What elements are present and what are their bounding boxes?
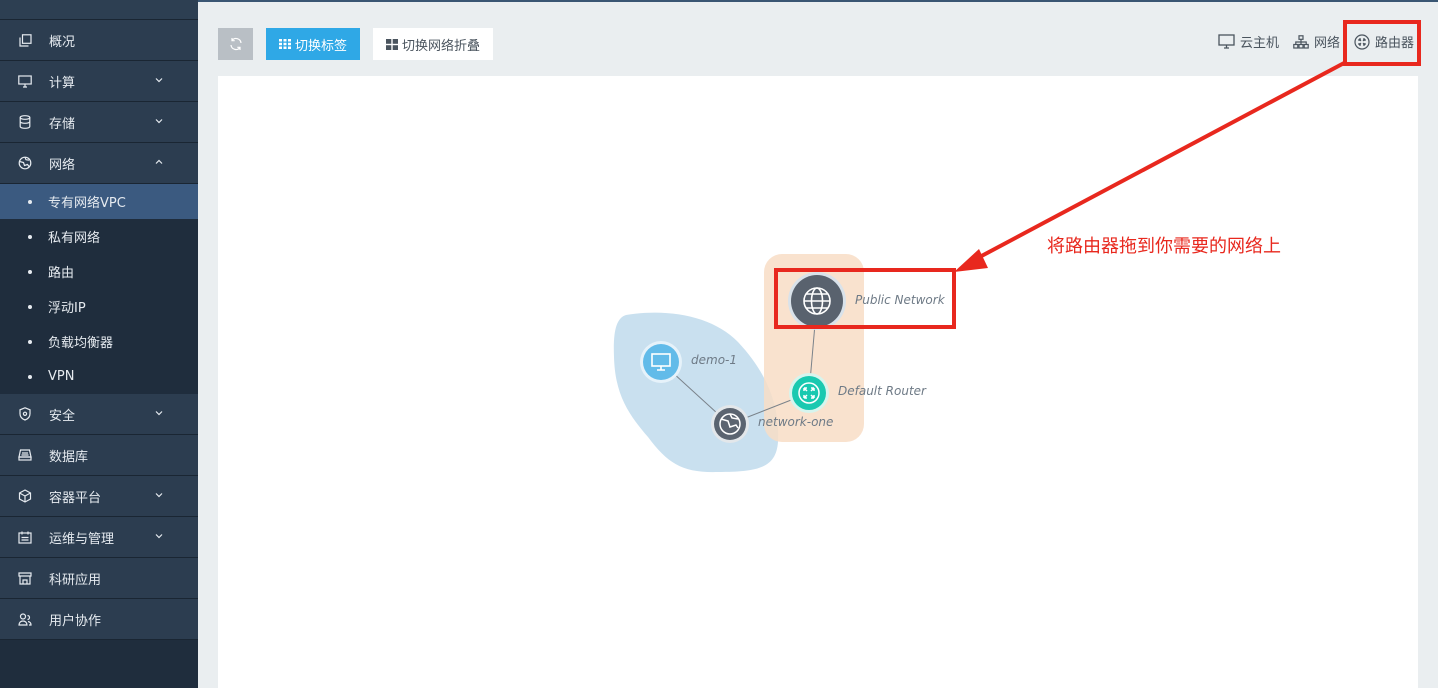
sidebar-item-label: 运维与管理 [49,531,115,547]
sidebar-item-compute[interactable]: 计算 [0,61,198,102]
monitor-icon [18,74,32,88]
sidebar-top [0,0,198,20]
router-node[interactable] [789,373,829,413]
shield-icon [18,407,32,421]
sidebar-subitem-vpn[interactable]: VPN [0,359,198,394]
chevron-up-icon [155,159,163,164]
sidebar-item-security[interactable]: 安全 [0,394,198,435]
sidebar-subitem-vpc[interactable]: 专有网络VPC [0,184,198,219]
database-icon [18,115,32,129]
annotation-arrowhead [954,249,988,272]
cube-icon [18,489,32,503]
instance-node[interactable] [640,341,682,383]
network-node[interactable] [711,405,749,443]
users-icon [18,612,32,626]
sidebar-subitem-floating-ip[interactable]: 浮动IP [0,289,198,324]
sidebar-item-ops-management[interactable]: 运维与管理 [0,517,198,558]
chevron-down-icon [155,119,163,124]
sidebar-item-label: 科研应用 [49,572,102,588]
annotation-text: 将路由器拖到你需要的网络上 [1047,236,1281,257]
network-submenu: 专有网络VPC 私有网络 路由 浮动IP 负载均衡器 VPN [0,184,198,394]
sidebar-item-storage[interactable]: 存储 [0,102,198,143]
sidebar-item-container-platform[interactable]: 容器平台 [0,476,198,517]
sidebar-item-label: 概况 [49,34,76,50]
store-icon [18,571,32,585]
sidebar-item-overview[interactable]: 概况 [0,20,198,61]
chevron-down-icon [155,411,163,416]
sidebar-item-research-apps[interactable]: 科研应用 [0,558,198,599]
sidebar-item-label: 用户协作 [49,613,102,629]
sidebar-subitem-load-balancer[interactable]: 负载均衡器 [0,324,198,359]
sidebar-item-user-collab[interactable]: 用户协作 [0,599,198,640]
topology-graph [613,20,1421,473]
network-group-blob [613,312,779,473]
sidebar-item-label: 计算 [49,75,76,91]
sidebar-item-label: 安全 [49,408,76,424]
public-network-node[interactable] [788,272,846,330]
sidebar-item-label: 容器平台 [49,490,102,506]
sidebar-subitem-private-network[interactable]: 私有网络 [0,219,198,254]
sidebar-item-label: 存储 [49,116,76,132]
globe-icon [18,156,32,170]
network-label: network-one [758,415,834,429]
router-label: Default Router [838,384,926,398]
sidebar-item-label: 网络 [49,157,76,173]
sidebar-subitem-router[interactable]: 路由 [0,254,198,289]
sidebar-item-label: 数据库 [49,449,89,465]
main-area: 切换标签 切换网络折叠 云主机 网络 路由器 Public Network de… [198,0,1438,688]
sidebar-item-network[interactable]: 网络 [0,143,198,184]
annotation-arrow-line [973,60,1347,262]
chevron-down-icon [155,78,163,83]
chevron-down-icon [155,493,163,498]
instance-label: demo-1 [691,353,737,367]
router-highlight-box [1343,20,1421,66]
public-network-label: Public Network [855,293,945,307]
sidebar: 概况 计算 存储 网络 专有网络VPC 私有网络 路由 浮动IP 负载均衡器 V… [0,0,198,688]
chevron-down-icon [155,534,163,539]
copy-icon [18,33,32,47]
sidebar-item-database[interactable]: 数据库 [0,435,198,476]
db-server-icon [18,448,32,462]
calendar-icon [18,530,32,544]
